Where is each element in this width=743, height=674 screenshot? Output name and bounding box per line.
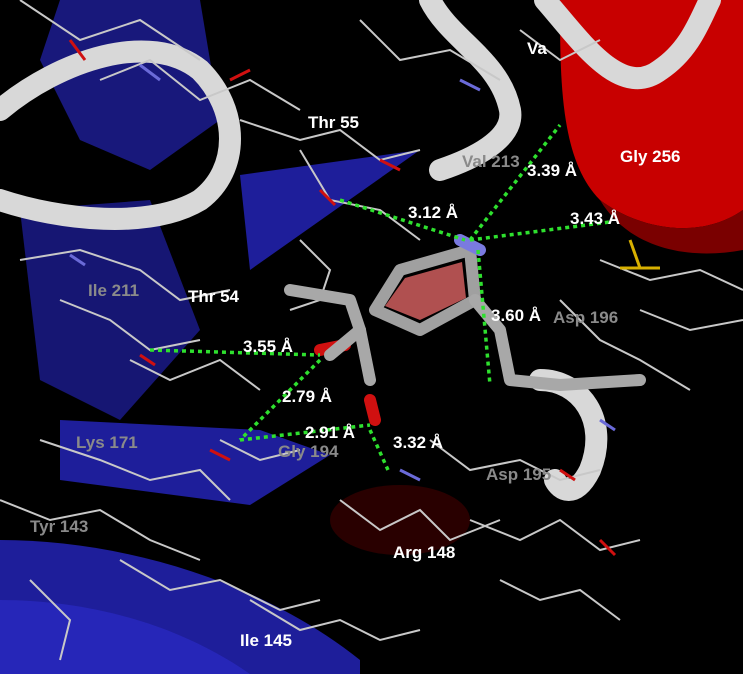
sheet-upper-left xyxy=(40,0,220,170)
residue-label-lys171: Lys 171 xyxy=(76,433,138,452)
distance-label-3-43: 3.43 Å xyxy=(570,209,621,228)
residue-label-asp196: Asp 196 xyxy=(553,308,619,327)
distance-label-2-79: 2.79 Å xyxy=(282,387,333,406)
residue-label-gly194: Gly 194 xyxy=(278,442,339,461)
distance-label-2-91: 2.91 Å xyxy=(305,423,356,442)
residue-label-val213: Val 213 xyxy=(462,152,520,171)
residue-label-thr54: Thr 54 xyxy=(188,287,240,306)
distance-label-3-55: 3.55 Å xyxy=(243,337,294,356)
distance-label-3-60: 3.60 Å xyxy=(491,306,542,325)
structure-render xyxy=(0,0,743,674)
hbond-3.32 xyxy=(368,429,390,471)
distance-label-3-32: 3.32 Å xyxy=(393,433,444,452)
residue-label-thr55: Thr 55 xyxy=(308,113,360,132)
residue-label-arg148: Arg 148 xyxy=(393,543,456,562)
residue-label-gly256: Gly 256 xyxy=(620,147,681,166)
molecular-docking-view: Va Thr 55 Val 213 Gly 256 Ile 211 Thr 54… xyxy=(0,0,743,674)
residue-label-ile211: Ile 211 xyxy=(88,281,140,300)
residue-label-tyr143: Tyr 143 xyxy=(30,517,89,536)
residue-label-asp195: Asp 195 xyxy=(486,465,552,484)
sulfur-bond xyxy=(628,239,642,269)
ligand-oxygen-2 xyxy=(364,394,381,426)
residue-label-ile145: Ile 145 xyxy=(240,631,292,650)
sheet-left-mid xyxy=(20,200,200,420)
residue-label-val: Va xyxy=(527,39,547,58)
distance-label-3-12: 3.12 Å xyxy=(408,203,459,222)
distance-label-3-39: 3.39 Å xyxy=(527,161,578,180)
